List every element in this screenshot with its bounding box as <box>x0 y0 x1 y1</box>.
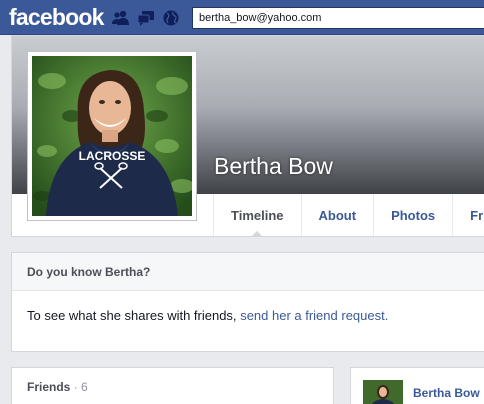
do-you-know-box: Do you know Bertha? To see what she shar… <box>11 252 484 352</box>
top-bar: facebook <box>0 0 484 35</box>
search-input[interactable] <box>192 7 484 29</box>
do-you-know-body: To see what she shares with friends, sen… <box>12 291 484 340</box>
profile-nav: Timeline About Photos Fr <box>213 194 484 237</box>
do-you-know-heading: Do you know Bertha? <box>12 253 484 291</box>
post-author-avatar[interactable] <box>363 380 403 404</box>
shirt-text: LACROSSE <box>79 149 146 163</box>
do-you-know-text: To see what she shares with friends, <box>27 308 237 323</box>
tab-friends[interactable]: Fr <box>452 194 484 236</box>
tab-timeline[interactable]: Timeline <box>213 194 301 237</box>
friend-request-link[interactable]: send her a friend request. <box>240 308 388 323</box>
notifications-globe-icon[interactable] <box>163 10 179 26</box>
tab-photos[interactable]: Photos <box>373 194 452 236</box>
profile-picture[interactable]: LACROSSE <box>27 51 197 221</box>
messages-icon[interactable] <box>137 10 154 26</box>
friends-box: Friends · 6 <box>11 367 334 404</box>
facebook-logo[interactable]: facebook <box>9 4 104 31</box>
profile-name[interactable]: Bertha Bow <box>214 153 333 180</box>
tab-about[interactable]: About <box>300 194 374 236</box>
post-author-name[interactable]: Bertha Bow <box>413 386 480 400</box>
profile-photo-image: LACROSSE <box>32 56 192 216</box>
friends-title[interactable]: Friends <box>27 380 70 394</box>
friends-count: · 6 <box>73 380 88 394</box>
timeline-post: Bertha Bow <box>350 367 484 404</box>
profile-header: LACROSSE Bertha Bow Timeline About Photo… <box>11 35 484 237</box>
friend-requests-icon[interactable] <box>112 10 129 26</box>
